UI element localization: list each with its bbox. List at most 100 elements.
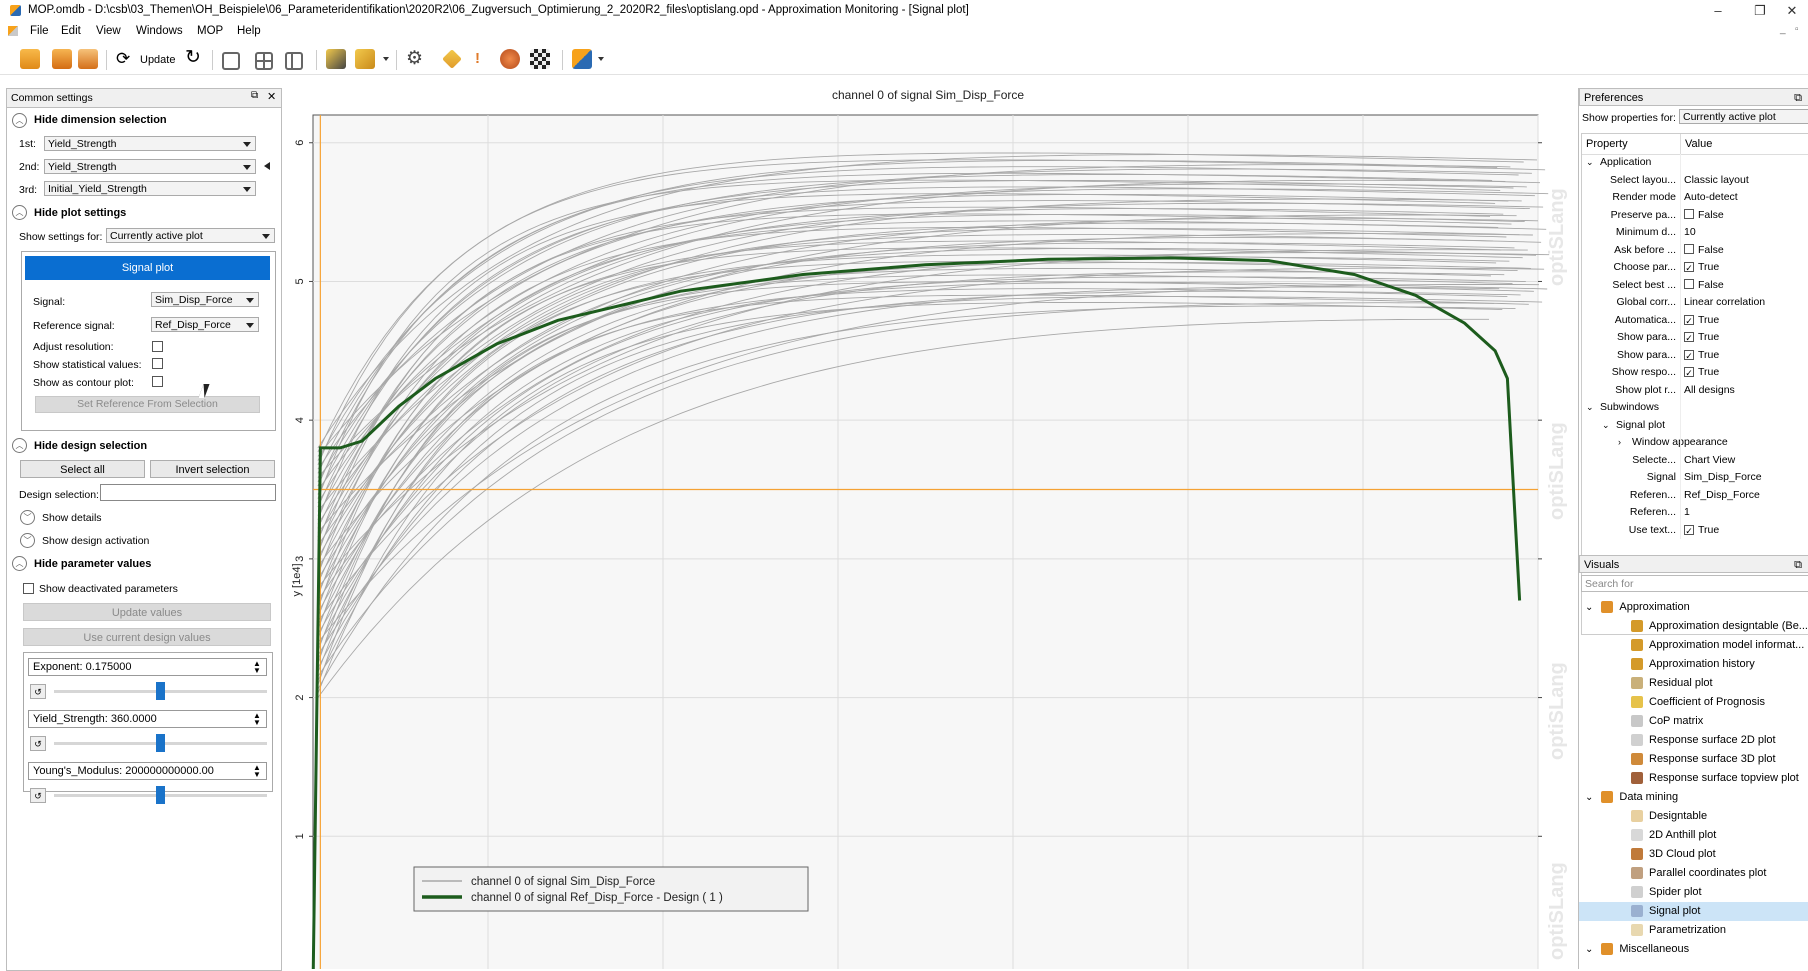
plot-legend[interactable]: channel 0 of signal Sim_Disp_Force chann… <box>413 866 809 912</box>
youngs-modulus-slider-thumb[interactable] <box>156 786 165 804</box>
visuals-item[interactable]: Response surface 2D plot <box>1579 731 1808 750</box>
menu-view[interactable]: View <box>96 25 121 37</box>
update-values-button[interactable]: Update values <box>23 603 271 621</box>
gear-icon[interactable]: ⚙ <box>406 49 423 69</box>
adjust-resolution-checkbox[interactable] <box>152 341 163 352</box>
property-value[interactable]: Sim_Disp_Force <box>1684 469 1762 487</box>
float-icon[interactable]: ⧉ <box>251 90 258 101</box>
visuals-item[interactable]: Parametrization <box>1579 921 1808 940</box>
property-row[interactable]: Global corr... Linear correlation <box>1582 294 1808 312</box>
tile-windows-icon[interactable] <box>255 52 273 70</box>
spin-arrows-icon[interactable]: ▲ ▼ <box>253 660 261 675</box>
show-props-select[interactable]: Currently active plot <box>1679 109 1808 124</box>
visuals-item[interactable]: Spider plot <box>1579 883 1808 902</box>
property-value[interactable]: ✓ True <box>1684 259 1719 277</box>
design-selection-input[interactable] <box>100 484 276 501</box>
refresh-icon[interactable]: ⟳ <box>116 50 130 68</box>
show-design-activation-toggle[interactable]: Show design activation <box>42 535 149 547</box>
chevron-down-icon[interactable]: ⌄ <box>1585 944 1593 955</box>
visuals-item[interactable]: 3D Cloud plot <box>1579 845 1808 864</box>
auto-update-icon[interactable]: ↻ <box>185 48 201 67</box>
property-value[interactable]: ✓ True <box>1684 329 1719 347</box>
property-value[interactable]: ✓ True <box>1684 364 1719 382</box>
optislang-icon[interactable] <box>572 49 592 69</box>
property-row[interactable]: Preserve pa... False <box>1582 206 1808 225</box>
checkbox[interactable]: ✓ <box>1684 262 1694 273</box>
property-value[interactable]: Chart View <box>1684 452 1735 470</box>
property-row[interactable]: Render mode Auto-detect <box>1582 189 1808 207</box>
open-icon[interactable] <box>20 49 40 69</box>
property-value[interactable]: 1 <box>1684 504 1690 522</box>
visuals-item[interactable]: Approximation history <box>1579 655 1808 674</box>
property-row[interactable]: Show para... ✓ True <box>1582 329 1808 347</box>
visuals-item[interactable]: CoP matrix <box>1579 712 1808 731</box>
mdi-restore-icon[interactable]: ▫ <box>1795 24 1799 35</box>
menu-mop[interactable]: MOP <box>197 25 223 37</box>
hide-parameter-values[interactable]: Hide parameter values <box>34 558 151 570</box>
menu-windows[interactable]: Windows <box>136 25 183 37</box>
property-row[interactable]: Signal Sim_Disp_Force <box>1582 469 1808 487</box>
property-row[interactable]: Referen... 1 <box>1582 504 1808 522</box>
property-row[interactable]: Choose par... ✓ True <box>1582 259 1808 277</box>
visuals-item[interactable]: Designtable <box>1579 807 1808 826</box>
update-button[interactable]: Update <box>140 54 175 66</box>
hide-dimension-selection[interactable]: Hide dimension selection <box>34 114 167 126</box>
property-row[interactable]: Referen... Ref_Disp_Force <box>1582 486 1808 504</box>
chevron-down-icon[interactable]: ⌄ <box>1586 154 1594 172</box>
property-row[interactable]: Use text... ✓ True <box>1582 521 1808 540</box>
visuals-item[interactable]: Parallel coordinates plot <box>1579 864 1808 883</box>
signal-select[interactable]: Sim_Disp_Force <box>151 292 259 307</box>
youngs-modulus-spinbox[interactable]: Young's_Modulus: 200000000000.00 <box>28 762 267 780</box>
close-button[interactable]: ✕ <box>1772 2 1808 20</box>
exponent-spinbox[interactable]: Exponent: 0.175000 <box>28 658 267 676</box>
exponent-slider-thumb[interactable] <box>156 682 165 700</box>
property-row[interactable]: Show plot r... All designs <box>1582 381 1808 400</box>
yield-strength-spinbox[interactable]: Yield_Strength: 360.0000 <box>28 710 267 728</box>
checkbox[interactable]: ✓ <box>1684 524 1694 536</box>
chevron-down-icon[interactable]: ⌄ <box>1585 602 1593 613</box>
visuals-item[interactable]: Response surface 3D plot <box>1579 750 1808 769</box>
spin-arrows-icon[interactable]: ▲ ▼ <box>253 764 261 779</box>
close-icon[interactable]: ✕ <box>267 90 276 103</box>
invert-selection-button[interactable]: Invert selection <box>150 460 275 478</box>
property-row[interactable]: ⌄ Signal plot <box>1582 416 1808 434</box>
property-row[interactable]: Automatica... ✓ True <box>1582 311 1808 330</box>
hide-design-selection[interactable]: Hide design selection <box>34 440 147 452</box>
property-row[interactable]: Show respo... ✓ True <box>1582 364 1808 382</box>
set-reference-button[interactable]: Set Reference From Selection <box>35 396 260 413</box>
save-icon[interactable] <box>52 49 72 69</box>
property-value[interactable]: 10 <box>1684 224 1696 242</box>
visuals-search-input[interactable]: Search for <box>1581 575 1808 592</box>
visuals-item[interactable]: 2D Anthill plot <box>1579 826 1808 845</box>
checkbox[interactable]: ✓ <box>1684 332 1694 343</box>
property-value[interactable]: False <box>1684 207 1724 225</box>
property-row[interactable]: ⌄ Subwindows <box>1582 399 1808 417</box>
property-value[interactable]: All designs <box>1684 382 1735 400</box>
chevron-down-icon[interactable] <box>598 57 604 61</box>
property-value[interactable]: ✓ True <box>1684 312 1719 330</box>
cascade-windows-icon[interactable] <box>222 52 240 70</box>
show-statistical-checkbox[interactable] <box>152 358 163 369</box>
collapse-icon[interactable]: ︿ <box>12 205 27 220</box>
property-row[interactable]: Select best ... False <box>1582 276 1808 294</box>
checkbox[interactable]: ✓ <box>1684 367 1694 378</box>
chevron-down-icon[interactable] <box>383 57 389 61</box>
spin-arrows-icon[interactable]: ▲ ▼ <box>253 712 261 727</box>
expand-icon[interactable]: ﹀ <box>20 510 35 525</box>
property-row[interactable]: Show para... ✓ True <box>1582 346 1808 364</box>
checkbox[interactable] <box>1684 243 1694 254</box>
show-deactivated-checkbox[interactable] <box>23 583 34 594</box>
checkbox[interactable] <box>1684 208 1694 219</box>
property-value[interactable]: Linear correlation <box>1684 294 1765 312</box>
property-row[interactable]: Minimum d... 10 <box>1582 224 1808 242</box>
property-value[interactable]: ✓ True <box>1684 522 1719 540</box>
property-row[interactable]: Selecte... Chart View <box>1582 451 1808 470</box>
layout-icon[interactable] <box>285 52 303 70</box>
yield-strength-slider-thumb[interactable] <box>156 734 165 752</box>
swap-arrow-icon[interactable] <box>264 162 270 170</box>
signal-plot-area[interactable]: channel 0 of signal Sim_Disp_Force 1 2 3 4 5… <box>282 80 1579 969</box>
property-value[interactable]: Auto-detect <box>1684 189 1738 207</box>
chevron-down-icon[interactable]: ⌄ <box>1585 792 1593 803</box>
checkbox[interactable] <box>1684 278 1694 289</box>
show-settings-for-select[interactable]: Currently active plot <box>106 228 275 243</box>
